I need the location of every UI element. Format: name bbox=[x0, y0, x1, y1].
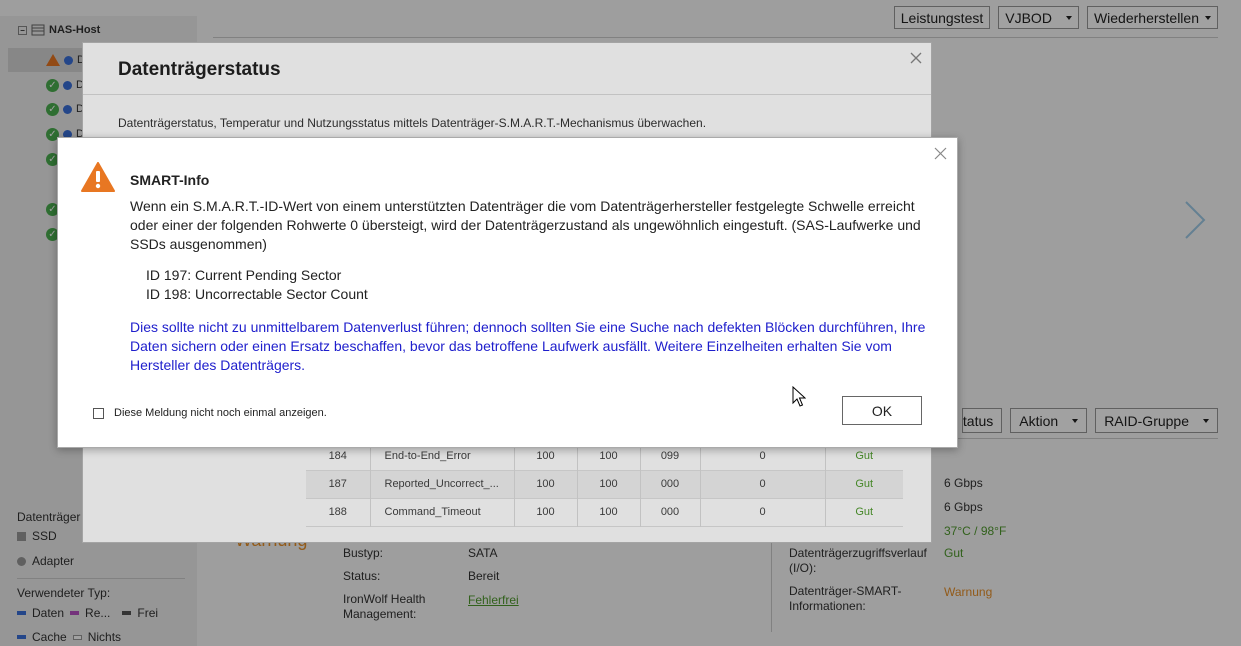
dialog-title: SMART-Info bbox=[130, 172, 210, 188]
mouse-cursor-icon bbox=[792, 386, 806, 407]
dialog-body: Wenn ein S.M.A.R.T.-ID-Wert von einem un… bbox=[130, 198, 921, 252]
dont-show-again-checkbox[interactable] bbox=[93, 407, 104, 419]
warning-icon bbox=[81, 162, 115, 192]
id-198-text: ID 198: Uncorrectable Sector Count bbox=[146, 286, 368, 302]
dont-show-again-label: Diese Meldung nicht noch einmal anzeigen… bbox=[114, 407, 327, 419]
ok-button[interactable]: OK bbox=[842, 396, 922, 425]
close-icon[interactable] bbox=[934, 147, 947, 160]
dialog-id-list: ID 197: Current Pending Sector ID 198: U… bbox=[146, 266, 368, 304]
dont-show-again-option[interactable]: Diese Meldung nicht noch einmal anzeigen… bbox=[93, 407, 327, 419]
smart-info-dialog: SMART-Info Wenn ein S.M.A.R.T.-ID-Wert v… bbox=[57, 137, 958, 448]
id-197-text: ID 197: Current Pending Sector bbox=[146, 267, 342, 283]
dialog-note: Dies sollte nicht zu unmittelbarem Daten… bbox=[130, 319, 926, 373]
